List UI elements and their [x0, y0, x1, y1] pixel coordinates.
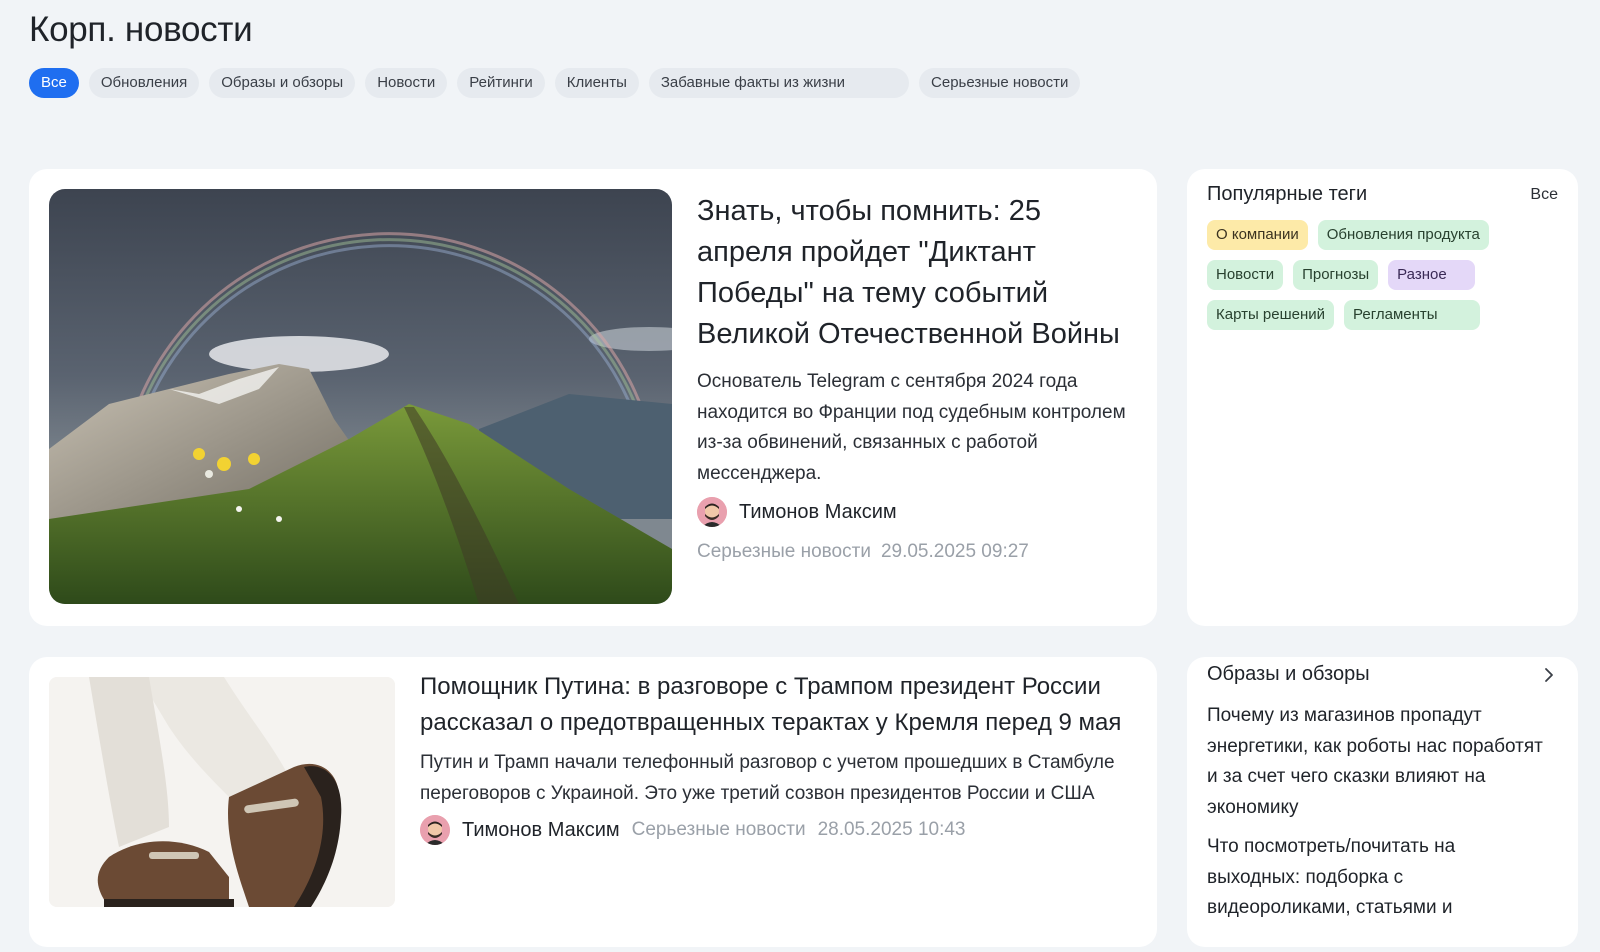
- filter-chip-clients[interactable]: Клиенты: [554, 68, 639, 98]
- mountain-rainbow-photo: [49, 189, 672, 604]
- article-card[interactable]: Помощник Путина: в разговоре с Трампом п…: [29, 657, 1157, 947]
- review-link[interactable]: Почему из магазинов пропадут энергетики,…: [1207, 701, 1547, 823]
- loafers-photo: [49, 677, 395, 907]
- filter-chip-fun-facts[interactable]: Забавные факты из жизни: [648, 68, 910, 98]
- article-date: 29.05.2025 09:27: [880, 541, 1029, 562]
- author-row: Тимонов Максим: [697, 497, 1137, 527]
- filter-chip-looks-reviews[interactable]: Образы и обзоры: [209, 68, 356, 98]
- tag-about-company[interactable]: О компании: [1207, 220, 1308, 250]
- article-category[interactable]: Серьезные новости: [632, 819, 806, 841]
- avatar[interactable]: [697, 497, 727, 527]
- featured-article-image[interactable]: [49, 189, 672, 604]
- popular-tags-panel: Популярные теги Все О компании Обновлени…: [1187, 169, 1578, 626]
- tag-news[interactable]: Новости: [1207, 260, 1284, 290]
- featured-article-body: Знать, чтобы помнить: 25 апреля пройдет …: [697, 191, 1137, 563]
- article-date: 28.05.2025 10:43: [817, 819, 966, 840]
- tag-forecasts[interactable]: Прогнозы: [1293, 260, 1379, 290]
- article-title[interactable]: Знать, чтобы помнить: 25 апреля пройдет …: [697, 191, 1137, 355]
- review-link[interactable]: Что посмотреть/почитать на выходных: под…: [1207, 832, 1547, 924]
- filter-chip-ratings[interactable]: Рейтинги: [457, 68, 545, 98]
- page: Корп. новости Все Обновления Образы и об…: [0, 0, 1600, 952]
- author-name[interactable]: Тимонов Максим: [739, 501, 897, 524]
- popular-tags-all-link[interactable]: Все: [1530, 186, 1558, 204]
- chevron-right-icon[interactable]: [1540, 666, 1558, 684]
- article-category[interactable]: Серьезные новости: [697, 541, 871, 563]
- popular-tags-title: Популярные теги: [1207, 183, 1368, 205]
- tag-product-updates[interactable]: Обновления продукта: [1317, 220, 1489, 250]
- article-footer: Тимонов Максим Серьезные новости 28.05.2…: [420, 815, 1130, 845]
- filter-chips: Все Обновления Образы и обзоры Новости Р…: [29, 68, 1081, 98]
- filter-chip-serious-news[interactable]: Серьезные новости: [919, 68, 1081, 98]
- reviews-panel: Образы и обзоры Почему из магазинов проп…: [1187, 657, 1578, 947]
- tag-regulations[interactable]: Регламенты: [1344, 300, 1480, 330]
- reviews-list: Почему из магазинов пропадут энергетики,…: [1207, 701, 1547, 933]
- article-lead: Основатель Telegram с сентября 2024 года…: [697, 371, 1126, 484]
- avatar[interactable]: [420, 815, 450, 845]
- reviews-title[interactable]: Образы и обзоры: [1207, 663, 1370, 686]
- author-name[interactable]: Тимонов Максим: [462, 819, 620, 842]
- filter-chip-updates[interactable]: Обновления: [88, 68, 200, 98]
- reviews-header[interactable]: Образы и обзоры: [1207, 663, 1558, 686]
- article-image[interactable]: [49, 677, 395, 907]
- article-body: Помощник Путина: в разговоре с Трампом п…: [420, 669, 1130, 845]
- featured-article-card[interactable]: Знать, чтобы помнить: 25 апреля пройдет …: [29, 169, 1157, 626]
- tag-solution-maps[interactable]: Карты решений: [1207, 300, 1335, 330]
- page-title: Корп. новости: [29, 10, 253, 49]
- tag-list: О компании Обновления продукта Новости П…: [1207, 220, 1527, 330]
- tag-misc[interactable]: Разное: [1388, 260, 1475, 290]
- article-title[interactable]: Помощник Путина: в разговоре с Трампом п…: [420, 669, 1130, 740]
- article-meta: Серьезные новости 29.05.2025 09:27: [697, 541, 1137, 563]
- avatar-icon: [420, 815, 450, 845]
- filter-chip-all[interactable]: Все: [29, 68, 79, 98]
- article-lead: Путин и Трамп начали телефонный разговор…: [420, 752, 1115, 804]
- avatar-icon: [697, 497, 727, 527]
- popular-tags-header: Популярные теги Все: [1207, 183, 1558, 206]
- filter-chip-news[interactable]: Новости: [365, 68, 448, 98]
